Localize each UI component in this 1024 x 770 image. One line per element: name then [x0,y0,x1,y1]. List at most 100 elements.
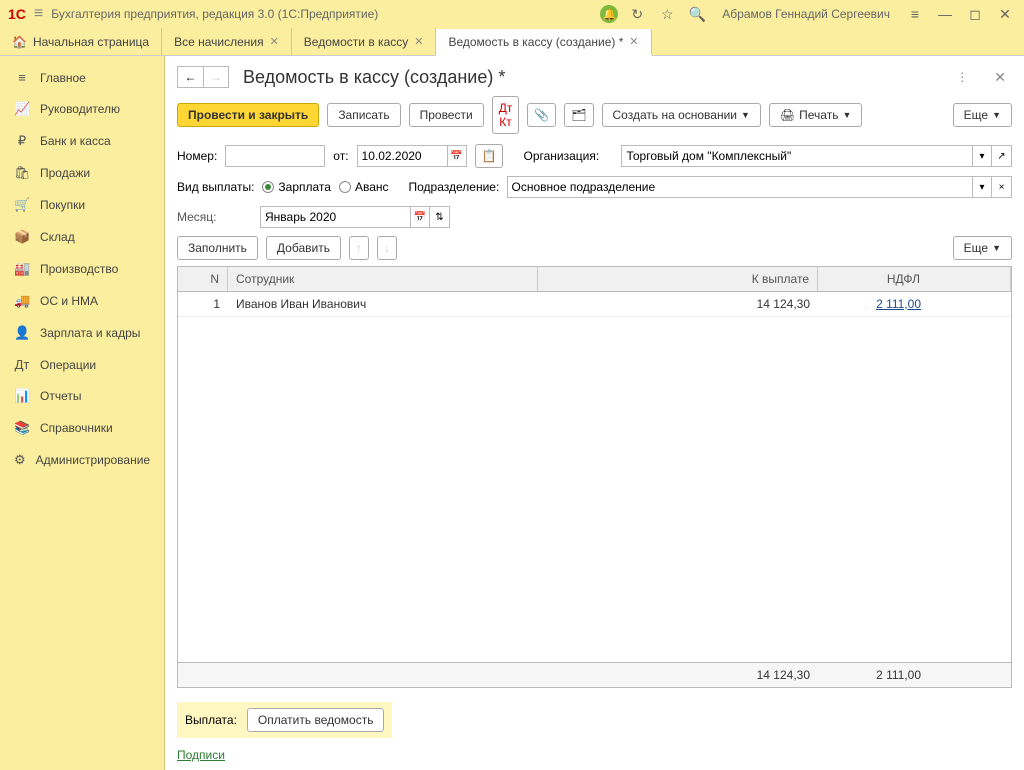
app-logo: 1C [8,6,26,22]
dept-input[interactable] [507,176,972,198]
month-input[interactable] [260,206,410,228]
books-icon: 📚 [14,420,30,436]
sidebar-item-label: Администрирование [36,453,150,467]
fill-button[interactable]: Заполнить [177,236,258,260]
list-icon: ≡ [14,70,30,85]
col-pay[interactable]: К выплате [538,267,818,291]
search-icon[interactable]: 🔍 [686,3,708,25]
dept-label: Подразделение: [409,180,499,194]
sidebar-item-warehouse[interactable]: 📦Склад [0,221,164,253]
maximize-icon[interactable]: ◻ [964,3,986,25]
close-icon[interactable]: ✕ [414,35,423,48]
number-input[interactable] [225,145,325,167]
clear-icon[interactable]: × [992,176,1012,198]
tab-payroll-create[interactable]: Ведомость в кассу (создание) * ✕ [436,29,651,56]
sidebar-item-main[interactable]: ≡Главное [0,62,164,93]
table-row[interactable]: 1 Иванов Иван Иванович 14 124,30 2 111,0… [178,292,1011,317]
sidebar-item-bank[interactable]: ₽ Банк и касса [0,125,164,157]
sidebar-item-label: Продажи [40,166,90,180]
create-based-button[interactable]: Создать на основании▼ [602,103,761,127]
sidebar-item-operations[interactable]: ДтОперации [0,349,164,380]
period-button[interactable]: 📋 [475,144,504,168]
signatures-link[interactable]: Подписи [177,748,225,762]
cart-icon: 🛒 [14,197,30,213]
sidebar-item-assets[interactable]: 🚚ОС и НМА [0,285,164,317]
sidebar-item-catalogs[interactable]: 📚Справочники [0,412,164,444]
app-title: Бухгалтерия предприятия, редакция 3.0 (1… [51,7,592,21]
close-icon[interactable]: ✕ [629,35,638,48]
add-button[interactable]: Добавить [266,236,341,260]
sidebar-item-admin[interactable]: ⚙ Администрирование [0,444,164,476]
user-name[interactable]: Абрамов Геннадий Сергеевич [716,7,896,21]
user-menu-icon[interactable]: ≡ [904,3,926,25]
dtkt-button[interactable]: ДтКт [492,96,520,134]
sidebar-item-label: Отчеты [40,389,81,403]
more-button[interactable]: Еще▼ [953,103,1012,127]
post-button[interactable]: Провести [409,103,484,127]
tab-payrolls-cash[interactable]: Ведомости в кассу ✕ [292,28,437,55]
tab-home-label: Начальная страница [33,35,149,49]
org-input[interactable] [621,145,972,167]
close-window-icon[interactable]: ✕ [994,3,1016,25]
date-input[interactable] [357,145,447,167]
bell-icon[interactable]: 🔔 [600,5,618,23]
cell-n: 1 [178,292,228,316]
radio-advance[interactable]: Аванс [339,180,389,194]
printer-icon: 🖨 [780,108,795,122]
tab-all-accruals[interactable]: Все начисления ✕ [162,28,292,55]
post-and-close-button[interactable]: Провести и закрыть [177,103,319,127]
factory-icon: 🏭 [14,261,30,277]
calendar-icon[interactable]: 📅 [447,145,467,167]
titlebar: 1C ≡ Бухгалтерия предприятия, редакция 3… [0,0,1024,28]
move-up-button[interactable]: ↑ [349,236,369,260]
bag-icon: 🛍 [14,165,30,181]
gear-icon: ⚙ [14,452,26,468]
sidebar-item-reports[interactable]: 📊Отчеты [0,380,164,412]
cell-pay: 14 124,30 [538,292,818,316]
attach-button[interactable]: 📎 [527,103,556,127]
cell-tax[interactable]: 2 111,00 [818,292,1011,316]
sidebar-item-label: Покупки [40,198,85,212]
sidebar-item-manager[interactable]: 📈Руководителю [0,93,164,125]
table-more-button[interactable]: Еще▼ [953,236,1012,260]
tab-home[interactable]: 🏠 Начальная страница [0,28,162,55]
related-button[interactable]: 🗂 [564,103,593,127]
sidebar-item-label: Склад [40,230,75,244]
total-tax: 2 111,00 [818,663,1011,687]
tab-label: Все начисления [174,35,264,49]
move-down-button[interactable]: ↓ [377,236,397,260]
dtkt-icon: Дт [14,357,30,372]
close-form-icon[interactable]: ✕ [988,69,1012,86]
sidebar-item-purchases[interactable]: 🛒 Покупки [0,189,164,221]
chevron-down-icon[interactable]: ▾ [972,145,992,167]
chevron-down-icon[interactable]: ▾ [972,176,992,198]
close-icon[interactable]: ✕ [270,35,279,48]
ruble-icon: ₽ [14,133,30,149]
star-icon[interactable]: ☆ [656,3,678,25]
radio-salary[interactable]: Зарплата [262,180,331,194]
kebab-icon[interactable]: ⋮ [950,70,974,84]
stepper-icon[interactable]: ⇅ [430,206,450,228]
total-pay: 14 124,30 [538,663,818,687]
sidebar-item-label: Зарплата и кадры [40,326,140,340]
minimize-icon[interactable]: — [934,3,956,25]
pay-payroll-button[interactable]: Оплатить ведомость [247,708,385,732]
sidebar-item-production[interactable]: 🏭Производство [0,253,164,285]
sidebar-item-salary[interactable]: 👤 Зарплата и кадры [0,317,164,349]
print-button[interactable]: 🖨Печать▼ [769,103,862,127]
open-icon[interactable]: ↗ [992,145,1012,167]
save-button[interactable]: Записать [327,103,400,127]
tabbar: 🏠 Начальная страница Все начисления ✕ Ве… [0,28,1024,56]
sidebar: ≡Главное 📈Руководителю ₽ Банк и касса 🛍 Пр… [0,56,165,770]
col-n[interactable]: N [178,267,228,291]
forward-button[interactable]: → [203,66,229,88]
hamburger-icon[interactable]: ≡ [34,5,43,23]
back-button[interactable]: ← [177,66,203,88]
sidebar-item-label: Банк и касса [40,134,111,148]
calendar-icon[interactable]: 📅 [410,206,430,228]
history-icon[interactable]: ↻ [626,3,648,25]
sidebar-item-sales[interactable]: 🛍 Продажи [0,157,164,189]
col-tax[interactable]: НДФЛ [818,267,1011,291]
person-icon: 👤 [14,325,30,341]
col-employee[interactable]: Сотрудник [228,267,538,291]
